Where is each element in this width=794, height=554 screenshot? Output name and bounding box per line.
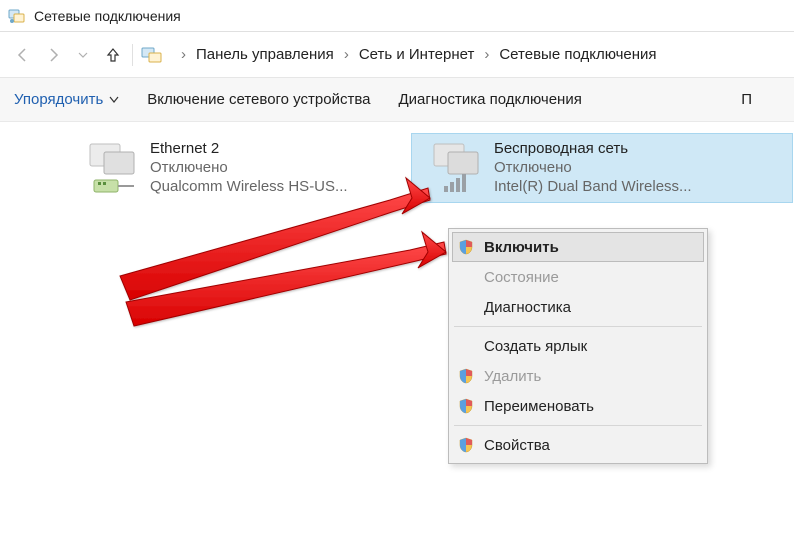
connection-device: Intel(R) Dual Band Wireless... xyxy=(494,178,692,195)
connections-row: Ethernet 2 Отключено Qualcomm Wireless H… xyxy=(0,134,794,202)
menu-label: Переименовать xyxy=(484,398,594,415)
window-title: Сетевые подключения xyxy=(34,8,181,24)
nav-dropdown-button[interactable] xyxy=(68,40,98,70)
toolbar-overflow[interactable]: П xyxy=(741,91,752,108)
menu-item-properties[interactable]: Свойства xyxy=(452,430,704,460)
context-menu: Включить Состояние Диагностика Создать я… xyxy=(448,228,708,464)
enable-device-label: Включение сетевого устройства xyxy=(147,91,370,108)
diagnose-label: Диагностика подключения xyxy=(398,91,581,108)
connection-device: Qualcomm Wireless HS-US... xyxy=(150,178,348,195)
shield-icon xyxy=(458,368,474,384)
chevron-right-icon: › xyxy=(484,46,489,63)
wifi-icon xyxy=(428,140,488,196)
menu-label: Свойства xyxy=(484,437,550,454)
menu-item-status: Состояние xyxy=(452,262,704,292)
chevron-right-icon: › xyxy=(344,46,349,63)
shield-icon xyxy=(458,437,474,453)
shield-icon xyxy=(458,239,474,255)
titlebar: Сетевые подключения xyxy=(0,0,794,32)
menu-item-create-shortcut[interactable]: Создать ярлык xyxy=(452,331,704,361)
content-area: Ethernet 2 Отключено Qualcomm Wireless H… xyxy=(0,122,794,202)
connection-item-ethernet[interactable]: Ethernet 2 Отключено Qualcomm Wireless H… xyxy=(68,134,448,202)
window-icon xyxy=(8,7,26,25)
diagnose-button[interactable]: Диагностика подключения xyxy=(398,91,581,108)
menu-item-diagnostics[interactable]: Диагностика xyxy=(452,292,704,322)
breadcrumb-item[interactable]: Сетевые подключения xyxy=(499,46,656,63)
breadcrumb-icon xyxy=(141,45,165,65)
connection-text: Беспроводная сеть Отключено Intel(R) Dua… xyxy=(494,140,692,196)
breadcrumb-item[interactable]: Панель управления xyxy=(196,46,334,63)
breadcrumb-item[interactable]: Сеть и Интернет xyxy=(359,46,475,63)
connection-status: Отключено xyxy=(494,159,692,176)
navbar: › Панель управления › Сеть и Интернет › … xyxy=(0,32,794,78)
menu-label: Диагностика xyxy=(484,299,571,316)
nav-separator xyxy=(132,44,133,66)
ethernet-icon xyxy=(84,140,144,196)
nav-back-button[interactable] xyxy=(8,40,38,70)
menu-separator xyxy=(454,326,702,327)
connection-text: Ethernet 2 Отключено Qualcomm Wireless H… xyxy=(150,140,348,196)
menu-label: Включить xyxy=(484,239,559,256)
enable-device-button[interactable]: Включение сетевого устройства xyxy=(147,91,370,108)
toolbar: Упорядочить Включение сетевого устройств… xyxy=(0,78,794,122)
connection-name: Беспроводная сеть xyxy=(494,140,692,157)
shield-icon xyxy=(458,398,474,414)
menu-label: Создать ярлык xyxy=(484,338,587,355)
connection-name: Ethernet 2 xyxy=(150,140,348,157)
nav-up-button[interactable] xyxy=(98,40,128,70)
organize-label: Упорядочить xyxy=(14,91,103,108)
menu-item-enable[interactable]: Включить xyxy=(452,232,704,262)
menu-label: Удалить xyxy=(484,368,541,385)
menu-label: Состояние xyxy=(484,269,559,286)
organize-button[interactable]: Упорядочить xyxy=(14,91,119,108)
toolbar-overflow-label: П xyxy=(741,91,752,108)
connection-status: Отключено xyxy=(150,159,348,176)
menu-item-rename[interactable]: Переименовать xyxy=(452,391,704,421)
connection-item-wireless[interactable]: Беспроводная сеть Отключено Intel(R) Dua… xyxy=(412,134,792,202)
breadcrumb[interactable]: › Панель управления › Сеть и Интернет › … xyxy=(171,46,786,63)
menu-item-delete: Удалить xyxy=(452,361,704,391)
chevron-right-icon: › xyxy=(181,46,186,63)
menu-separator xyxy=(454,425,702,426)
chevron-down-icon xyxy=(109,91,119,108)
nav-forward-button[interactable] xyxy=(38,40,68,70)
